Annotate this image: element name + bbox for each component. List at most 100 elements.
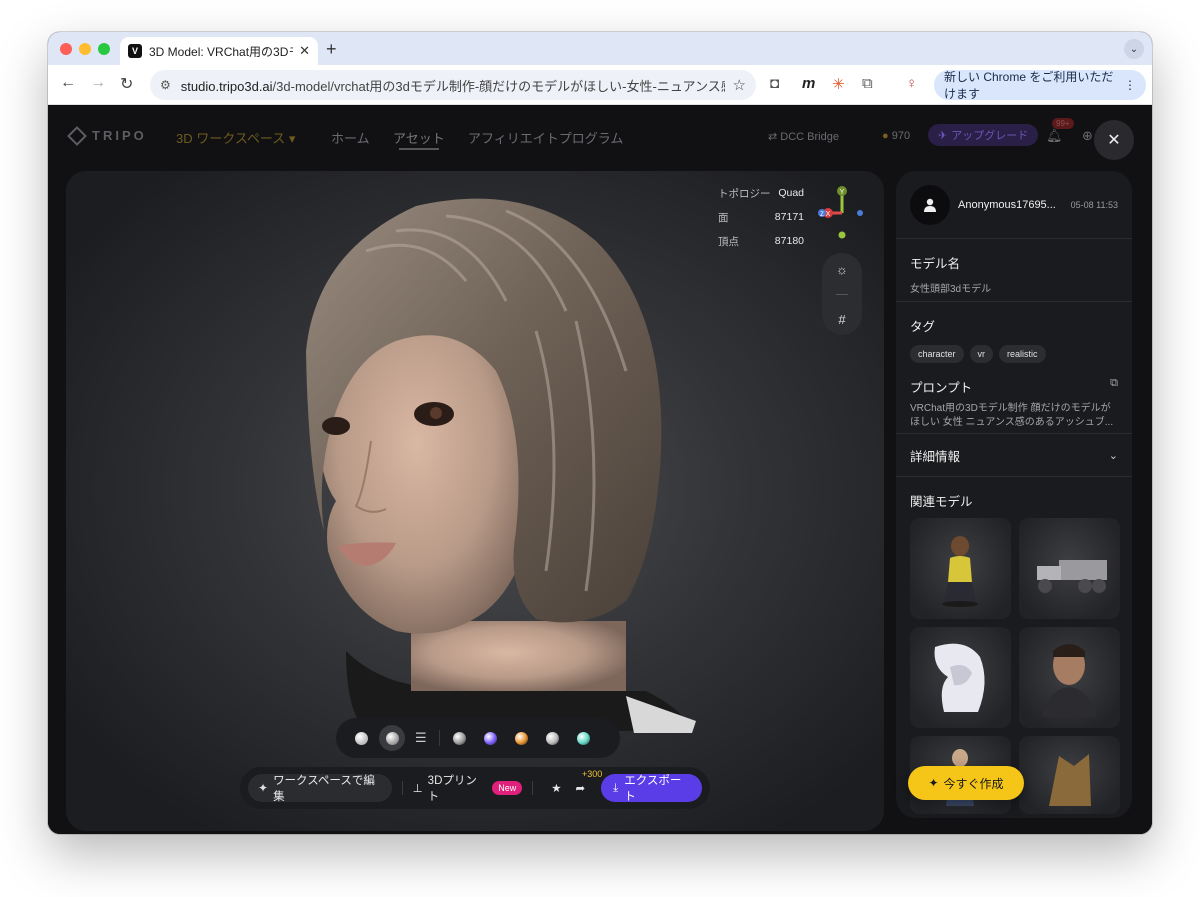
- tags-heading: タグ: [910, 320, 936, 334]
- maximize-window-button[interactable]: [98, 43, 110, 55]
- favorite-star-icon[interactable]: ★: [551, 781, 561, 795]
- back-arrow-icon[interactable]: ←: [60, 74, 76, 92]
- edit-in-workspace-button[interactable]: ✦ ワークスペースで編集: [248, 774, 392, 803]
- dcc-bridge-link[interactable]: ⇄ DCC Bridge: [768, 130, 839, 143]
- close-window-button[interactable]: [60, 43, 72, 55]
- nav-affiliate[interactable]: アフィリエイトプログラム: [468, 128, 623, 147]
- close-tab-icon[interactable]: ✕: [299, 43, 310, 59]
- address-bar[interactable]: ⚙ studio.tripo3d.ai/3d-model/vrchat用の3dモ…: [150, 70, 756, 100]
- mesh-stats: トポロジー Quad 面 87171 頂点 87180: [718, 181, 804, 253]
- credits-value: 970: [891, 130, 911, 142]
- nav-home[interactable]: ホーム: [331, 128, 370, 147]
- material-default-icon: [385, 731, 399, 745]
- stat-label: 面: [718, 211, 729, 224]
- prompt-text: VRChat用の3Dモデル制作 顔だけのモデルがほしい 女性 ニュアンス感のある…: [910, 403, 1114, 428]
- credits-counter[interactable]: ● 970: [882, 130, 910, 142]
- bell-icon[interactable]: 🔔︎: [1046, 128, 1063, 144]
- bookmark-star-icon[interactable]: ☆: [733, 76, 746, 94]
- material-default-button[interactable]: [379, 725, 405, 751]
- forward-arrow-icon[interactable]: →: [90, 74, 106, 92]
- chrome-update-label: 新しい Chrome をご利用いただけます: [944, 70, 1114, 101]
- stat-value: 87171: [774, 211, 804, 223]
- language-globe-icon[interactable]: ⊕: [1082, 128, 1093, 144]
- new-badge: New: [492, 781, 523, 795]
- create-now-label: 今すぐ作成: [943, 776, 1004, 791]
- download-icon: ⤓: [613, 781, 619, 794]
- tab-title: 3D Model: VRChat用の3Dモデ: [149, 44, 293, 59]
- axis-x-label: X: [826, 211, 831, 218]
- action-bar: ✦ ワークスペースで編集 ⊥ 3Dプリント New ★ ➦ +300 ⤓ エクス…: [240, 767, 710, 809]
- sparkle-extension-icon[interactable]: ✳: [832, 75, 845, 93]
- related-model-thumb[interactable]: [1019, 736, 1120, 814]
- action-divider: [532, 781, 534, 795]
- axis-z-label: Z: [820, 212, 824, 218]
- model-name-section: モデル名 女性頭部3dモデル: [896, 239, 1132, 302]
- tag-chip[interactable]: realistic: [999, 345, 1046, 363]
- browser-window: V 3D Model: VRChat用の3Dモデ ✕ + ⌄ ← → ↻ ⚙ s…: [48, 32, 1152, 834]
- copy-icon[interactable]: ⧉: [1110, 377, 1118, 396]
- tripo-app: TRIPO 3D ワークスペース ▾ ホーム アセット アフィリエイトプログラム…: [48, 106, 1152, 834]
- tripo-logo[interactable]: TRIPO: [67, 125, 147, 146]
- axis-gizmo[interactable]: Y X Z: [818, 183, 866, 241]
- lighting-icon[interactable]: ☼: [836, 262, 848, 277]
- material-swatch-purple[interactable]: [483, 731, 497, 745]
- camera-extension-icon[interactable]: ◘: [770, 75, 779, 92]
- material-swatch-orange[interactable]: [514, 731, 528, 745]
- viewer-tools: ☼ #: [822, 253, 862, 335]
- user-avatar-icon[interactable]: [910, 184, 950, 225]
- created-date: 05-08 11:53: [1070, 199, 1118, 210]
- browser-tab[interactable]: V 3D Model: VRChat用の3Dモデ ✕: [120, 37, 318, 65]
- export-button[interactable]: ⤓ エクスポート: [601, 774, 703, 803]
- share-bonus-label: +300: [582, 769, 603, 779]
- related-model-thumb[interactable]: [1019, 627, 1120, 728]
- related-model-thumb[interactable]: [910, 627, 1011, 728]
- share-arrow-icon[interactable]: ➦: [576, 781, 586, 795]
- material-clay-icon[interactable]: [355, 731, 368, 745]
- upgrade-label: アップグレード: [951, 130, 1029, 142]
- related-model-thumb[interactable]: [1019, 518, 1120, 619]
- workspace-label: 3D ワークスペース: [176, 131, 286, 146]
- coin-icon: ●: [882, 130, 889, 142]
- close-modal-button[interactable]: ✕: [1094, 120, 1134, 160]
- tag-chip[interactable]: character: [910, 345, 964, 363]
- dcc-bridge-label: DCC Bridge: [780, 131, 839, 143]
- tab-search-button[interactable]: ⌄: [1124, 39, 1144, 59]
- details-heading: 詳細情報: [910, 449, 961, 464]
- stat-label: トポロジー: [718, 187, 771, 200]
- reload-icon[interactable]: ↻: [120, 74, 133, 94]
- chrome-update-button[interactable]: 新しい Chrome をご利用いただけます ⋮: [934, 70, 1146, 101]
- upgrade-button[interactable]: ✈ アップグレード: [928, 124, 1039, 146]
- workspace-menu[interactable]: 3D ワークスペース ▾: [176, 128, 295, 147]
- url-host: studio.tripo3d.ai: [180, 78, 273, 94]
- stat-row: トポロジー Quad: [718, 181, 804, 205]
- profile-avatar-icon[interactable]: ♀: [906, 75, 917, 92]
- new-tab-button[interactable]: +: [326, 39, 337, 60]
- model-name-heading: モデル名: [910, 257, 961, 271]
- m-extension-icon[interactable]: m: [802, 75, 815, 92]
- material-swatch-silver[interactable]: [545, 731, 559, 745]
- tag-chip[interactable]: vr: [969, 345, 994, 363]
- extensions-puzzle-icon[interactable]: ⧉: [862, 75, 873, 92]
- material-swatch-gray[interactable]: [452, 731, 466, 745]
- stat-value: 87180: [774, 235, 804, 247]
- model-name-value: 女性頭部3dモデル: [910, 284, 992, 295]
- related-heading: 関連モデル: [910, 495, 973, 509]
- author-name[interactable]: Anonymous17695...: [958, 199, 1071, 211]
- tab-strip: V 3D Model: VRChat用の3Dモデ ✕ + ⌄: [48, 32, 1152, 65]
- minimize-window-button[interactable]: [79, 43, 91, 55]
- material-swatch-teal[interactable]: [576, 731, 590, 745]
- kebab-menu-icon[interactable]: ⋮: [1124, 78, 1136, 92]
- stat-label: 頂点: [718, 235, 739, 248]
- 3d-print-button[interactable]: ⊥ 3Dプリント New: [413, 772, 523, 804]
- print-label: 3Dプリント: [427, 775, 477, 803]
- grid-toggle-icon[interactable]: #: [838, 312, 845, 327]
- nav-assets[interactable]: アセット: [393, 128, 445, 150]
- create-now-button[interactable]: ✦ 今すぐ作成: [908, 766, 1024, 800]
- site-settings-icon[interactable]: ⚙: [160, 78, 171, 92]
- axis-y-label: Y: [840, 189, 845, 196]
- details-accordion[interactable]: 詳細情報 ⌄: [896, 434, 1132, 477]
- adjust-sliders-icon[interactable]: ☰: [415, 730, 427, 746]
- related-model-thumb[interactable]: [910, 518, 1011, 619]
- material-divider: [438, 730, 440, 746]
- model-viewer[interactable]: トポロジー Quad 面 87171 頂点 87180 Y X Z ☼ # ☰ …: [66, 171, 884, 831]
